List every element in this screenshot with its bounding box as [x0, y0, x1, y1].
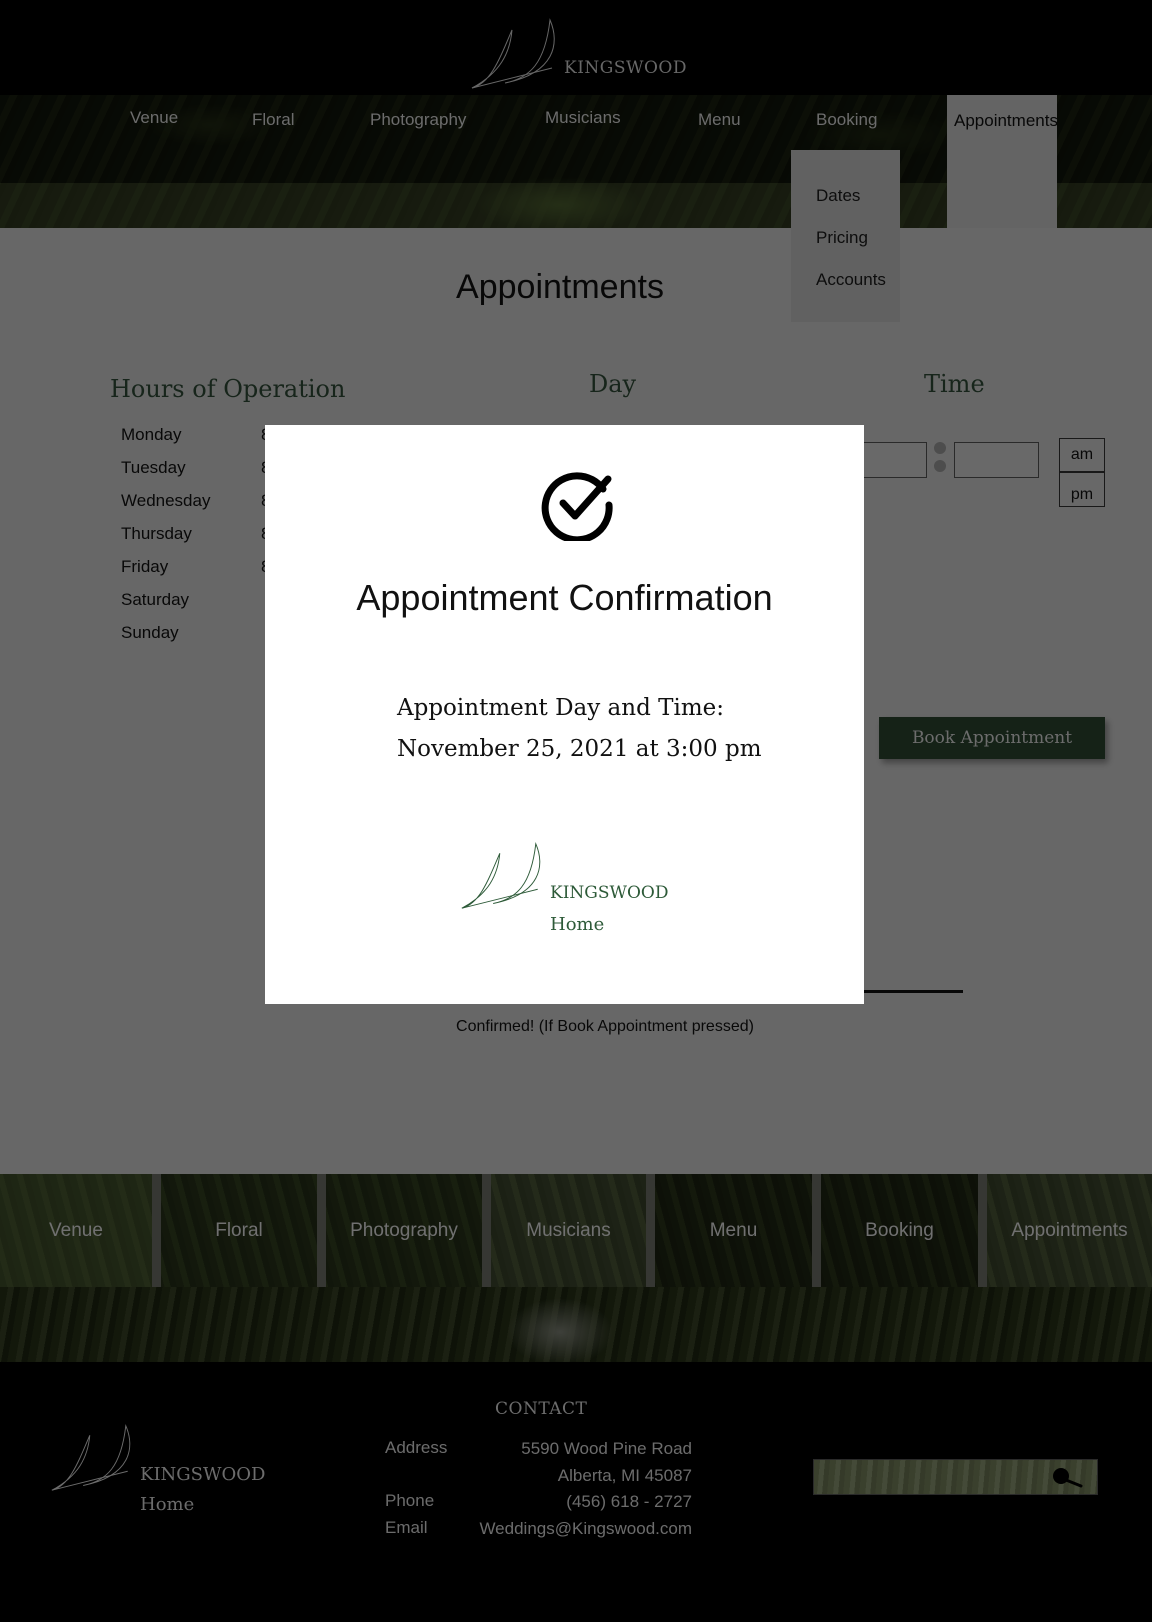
modal-brand-name: KINGSWOOD	[550, 883, 669, 903]
kingswood-leaf-logo-icon	[461, 841, 541, 909]
confirmation-modal: Appointment Confirmation Appointment Day…	[265, 425, 864, 1004]
dropdown-item-accounts[interactable]: Accounts	[816, 270, 886, 290]
modal-appointment-label: Appointment Day and Time:	[397, 695, 724, 721]
modal-appointment-datetime: November 25, 2021 at 3:00 pm	[397, 736, 762, 762]
booking-dropdown: Dates Pricing Accounts	[791, 150, 900, 322]
modal-home-link[interactable]: Home	[550, 914, 604, 935]
check-circle-icon	[541, 472, 613, 541]
dropdown-item-pricing[interactable]: Pricing	[816, 228, 868, 248]
modal-title: Appointment Confirmation	[356, 577, 773, 618]
modal-logo-home-link[interactable]: KINGSWOOD Home	[460, 840, 680, 950]
dropdown-item-dates[interactable]: Dates	[816, 186, 860, 206]
